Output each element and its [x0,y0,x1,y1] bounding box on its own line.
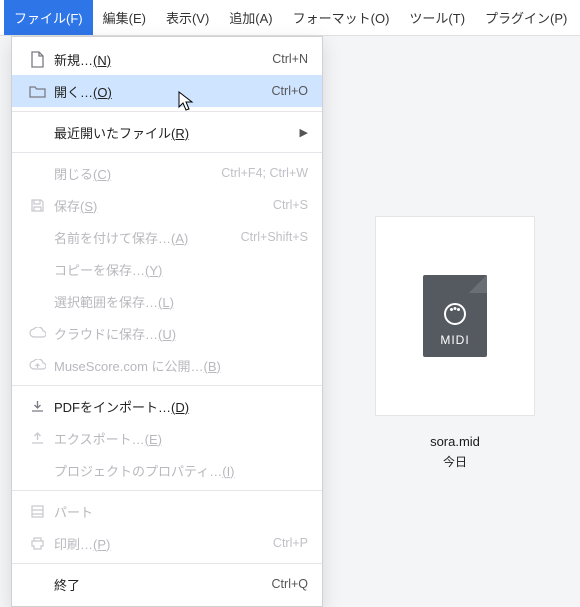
cloud-up-icon [26,359,48,372]
menu-label: 終了 [48,575,260,594]
save-icon [26,198,48,213]
menu-label: MuseScore.com に公開…(B) [48,356,308,375]
menu-label: パート [48,502,308,521]
new-file-icon [26,51,48,68]
menu-label: 名前を付けて保存…(A) [48,228,229,247]
menu-separator [12,152,322,153]
menu-plugins[interactable]: プラグイン(P) [475,0,577,35]
menu-item-save-copy: コピーを保存…(Y) [12,253,322,285]
menu-add[interactable]: 追加(A) [219,0,282,35]
file-thumbnail[interactable]: MIDI [375,216,535,416]
export-icon [26,431,48,446]
menu-shortcut: Ctrl+N [260,52,308,66]
menu-label: コピーを保存…(Y) [48,260,308,279]
file-dropdown: 新規…(N) Ctrl+N 開く…(O) Ctrl+O 最近開いたファイル(R)… [11,36,323,607]
menu-tools[interactable]: ツール(T) [399,0,475,35]
menu-label: プロジェクトのプロパティ…(I) [48,461,308,480]
file-date: 今日 [443,453,467,470]
menu-item-publish: MuseScore.com に公開…(B) [12,349,322,381]
menu-label: 閉じる(C) [48,164,209,183]
menu-shortcut: Ctrl+P [261,536,308,550]
menu-separator [12,563,322,564]
menu-label: エクスポート…(E) [48,429,308,448]
chevron-right-icon: ▶ [288,126,308,139]
menu-label: 最近開いたファイル(R) [48,123,288,142]
file-name: sora.mid [430,434,480,449]
import-icon [26,399,48,414]
menu-separator [12,490,322,491]
menu-item-open[interactable]: 開く…(O) Ctrl+O [12,75,322,107]
menu-separator [12,385,322,386]
menu-view[interactable]: 表示(V) [156,0,219,35]
menu-item-quit[interactable]: 終了 Ctrl+Q [12,568,322,600]
menu-label: クラウドに保存…(U) [48,324,308,343]
midi-file-icon: MIDI [423,275,487,357]
menu-shortcut: Ctrl+F4; Ctrl+W [209,166,308,180]
menu-item-save: 保存(S) Ctrl+S [12,189,322,221]
menubar: ファイル(F) 編集(E) 表示(V) 追加(A) フォーマット(O) ツール(… [0,0,580,36]
menu-label: PDFをインポート…(D) [48,397,308,416]
menu-separator [12,111,322,112]
menu-item-export: エクスポート…(E) [12,422,322,454]
menu-item-save-selection: 選択範囲を保存…(L) [12,285,322,317]
menu-shortcut: Ctrl+Shift+S [229,230,308,244]
menu-format[interactable]: フォーマット(O) [283,0,400,35]
menu-item-properties: プロジェクトのプロパティ…(I) [12,454,322,486]
menu-shortcut: Ctrl+Q [260,577,308,591]
menu-item-print: 印刷…(P) Ctrl+P [12,527,322,559]
menu-item-save-as: 名前を付けて保存…(A) Ctrl+Shift+S [12,221,322,253]
menu-item-parts: パート [12,495,322,527]
menu-item-recent[interactable]: 最近開いたファイル(R) ▶ [12,116,322,148]
menu-label: 保存(S) [48,196,261,215]
menu-item-cloud-save: クラウドに保存…(U) [12,317,322,349]
menu-item-new[interactable]: 新規…(N) Ctrl+N [12,43,322,75]
menu-item-import-pdf[interactable]: PDFをインポート…(D) [12,390,322,422]
menu-edit[interactable]: 編集(E) [93,0,156,35]
menu-item-close: 閉じる(C) Ctrl+F4; Ctrl+W [12,157,322,189]
menu-label: 開く…(O) [48,82,260,101]
print-icon [26,536,48,551]
open-folder-icon [26,84,48,98]
menu-shortcut: Ctrl+O [260,84,308,98]
midi-connector-icon [444,303,466,325]
menu-label: 印刷…(P) [48,534,261,553]
cloud-icon [26,327,48,339]
menu-file[interactable]: ファイル(F) [4,0,93,35]
file-tile[interactable]: MIDI sora.mid 今日 [330,216,580,470]
midi-badge-label: MIDI [440,333,469,347]
menu-shortcut: Ctrl+S [261,198,308,212]
menu-label: 選択範囲を保存…(L) [48,292,308,311]
parts-icon [26,504,48,519]
menu-label: 新規…(N) [48,50,260,69]
